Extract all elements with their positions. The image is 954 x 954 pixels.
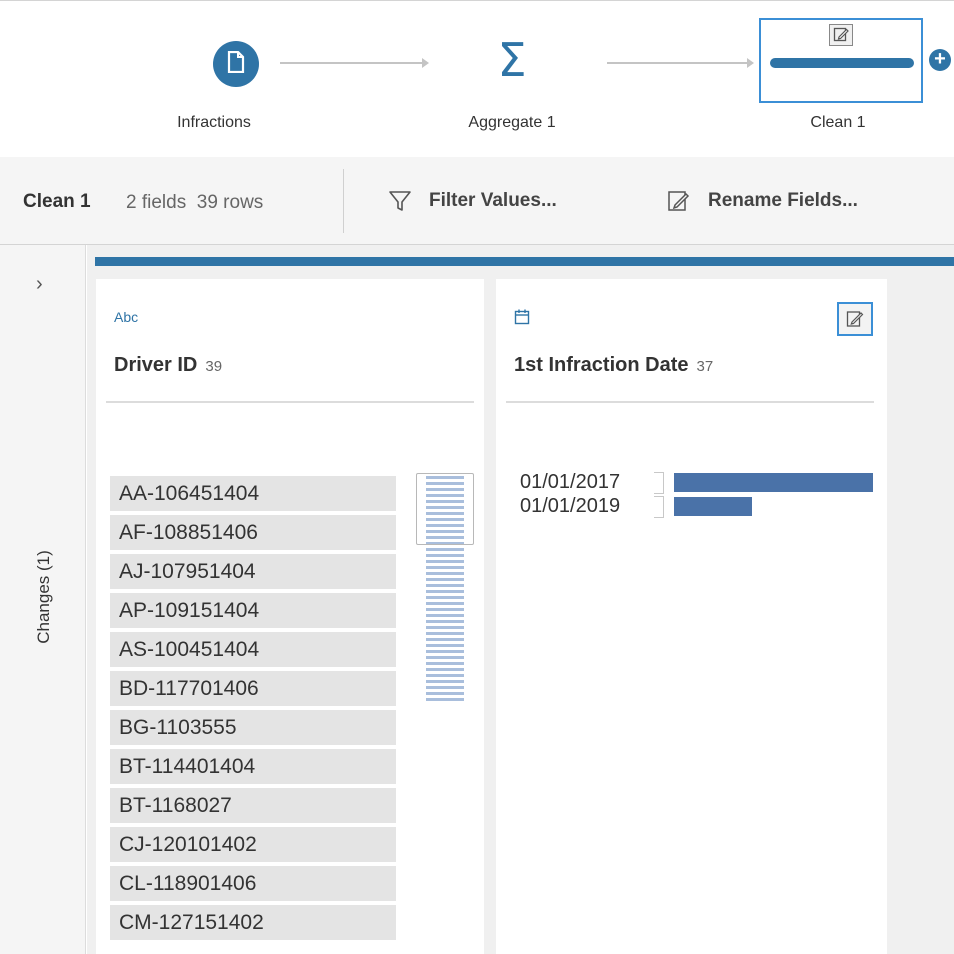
step-label-infractions[interactable]: Infractions <box>134 114 294 132</box>
filter-values-label: Filter Values... <box>429 190 557 211</box>
step-clean-node[interactable] <box>759 18 923 103</box>
filter-icon <box>387 188 413 214</box>
bracket <box>654 472 664 494</box>
edit-icon <box>829 24 853 46</box>
histogram-bar[interactable] <box>674 473 873 492</box>
step-label-aggregate[interactable]: Aggregate 1 <box>432 114 592 132</box>
changes-panel: › Changes (1) <box>0 245 86 954</box>
profile-header-strip <box>95 257 954 266</box>
field-card-infraction-date[interactable]: 1st Infraction Date 37 01/01/2017 01/01/2… <box>496 279 887 954</box>
flow-canvas: Infractions Σ Aggregate 1 Clean 1 + <box>0 0 954 157</box>
toolbar-divider <box>343 169 344 233</box>
rename-fields-label: Rename Fields... <box>708 190 858 211</box>
plus-icon[interactable]: + <box>929 49 951 71</box>
list-item[interactable]: BT-1168027 <box>110 788 396 823</box>
step-title: Clean 1 <box>23 191 91 212</box>
list-item[interactable]: CM-127151402 <box>110 905 396 940</box>
field-count: 37 <box>696 358 714 375</box>
list-item[interactable]: BD-117701406 <box>110 671 396 706</box>
date-label: 01/01/2019 <box>520 495 621 517</box>
changes-tab[interactable]: Changes (1) <box>34 550 54 644</box>
rename-fields-button[interactable]: Rename Fields... <box>666 181 858 221</box>
list-item[interactable]: BG-1103555 <box>110 710 396 745</box>
card-divider <box>506 401 874 403</box>
list-item[interactable]: AJ-107951404 <box>110 554 396 589</box>
field-count: 39 <box>205 358 223 375</box>
field-name: 1st Infraction Date <box>514 354 689 376</box>
overview-viewport[interactable] <box>416 473 474 545</box>
list-item[interactable]: BT-114401404 <box>110 749 396 784</box>
flow-connector <box>607 58 754 68</box>
list-item[interactable]: AA-106451404 <box>110 476 396 511</box>
filter-values-button[interactable]: Filter Values... <box>387 181 557 221</box>
histogram-row[interactable]: 01/01/2019 <box>520 495 890 519</box>
field-card-driver-id[interactable]: Abc Driver ID 39 AA-106451404 AF-10885140… <box>96 279 484 954</box>
step-meta: 2 fields 39 rows <box>126 192 264 213</box>
document-icon <box>226 50 246 78</box>
field-title[interactable]: Driver ID 39 <box>114 354 222 377</box>
flow-connector <box>280 58 429 68</box>
list-item[interactable]: CJ-120101402 <box>110 827 396 862</box>
list-item[interactable]: AP-109151404 <box>110 593 396 628</box>
chevron-right-icon[interactable]: › <box>36 273 43 296</box>
sigma-icon[interactable]: Σ <box>492 35 532 85</box>
edit-icon[interactable] <box>837 302 873 336</box>
step-infractions-node[interactable] <box>213 41 259 87</box>
date-label: 01/01/2017 <box>520 471 621 493</box>
calendar-icon[interactable] <box>514 309 530 328</box>
list-item[interactable]: AF-108851406 <box>110 515 396 550</box>
step-label-clean[interactable]: Clean 1 <box>758 114 918 132</box>
card-divider <box>106 401 474 403</box>
histogram-bar[interactable] <box>674 497 752 516</box>
rename-icon <box>666 188 692 214</box>
overview-scrollbar[interactable] <box>416 473 474 707</box>
field-name: Driver ID <box>114 354 198 376</box>
field-title[interactable]: 1st Infraction Date 37 <box>514 354 713 377</box>
profile-pane: Abc Driver ID 39 AA-106451404 AF-10885140… <box>87 245 954 954</box>
list-item[interactable]: AS-100451404 <box>110 632 396 667</box>
list-item[interactable]: CL-118901406 <box>110 866 396 901</box>
string-type-icon[interactable]: Abc <box>114 309 138 325</box>
step-toolbar: Clean 1 2 fields 39 rows Filter Values..… <box>0 157 954 245</box>
clean-step-icon <box>770 58 914 68</box>
date-histogram: 01/01/2017 01/01/2019 <box>520 471 890 519</box>
histogram-row[interactable]: 01/01/2017 <box>520 471 890 495</box>
bracket <box>654 496 664 518</box>
value-list: AA-106451404 AF-108851406 AJ-107951404 A… <box>110 476 396 944</box>
